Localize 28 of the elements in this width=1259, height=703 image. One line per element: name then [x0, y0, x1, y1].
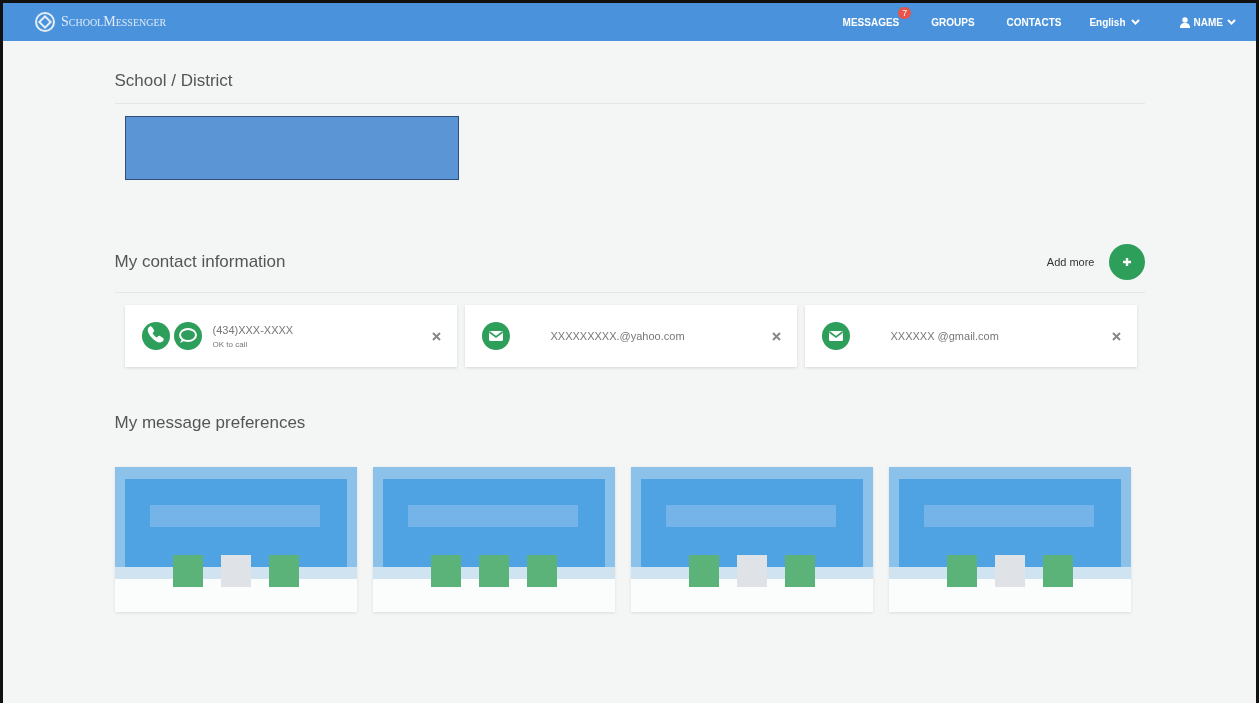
logo-icon [35, 12, 55, 32]
user-menu[interactable]: NAME [1193, 16, 1223, 28]
remove-button[interactable] [431, 331, 441, 341]
nav-link[interactable]: MESSAGES [842, 16, 900, 28]
contact-value: XXXXXXXXX.@yahoo.com [550, 330, 686, 342]
section-title: My message preferences [114, 413, 306, 433]
contact-value: (434)XXX-XXXX [212, 323, 295, 336]
remove-button[interactable] [771, 331, 781, 341]
section-title: School / District [114, 71, 233, 91]
chevron-down-icon[interactable] [1227, 19, 1236, 25]
add-button[interactable] [1108, 244, 1145, 280]
brand-name[interactable]: SchoolMessenger [61, 14, 167, 30]
chat-icon [172, 321, 203, 351]
notification-badge: 7 [898, 6, 912, 19]
section-title: My contact information [114, 252, 286, 272]
remove-button[interactable] [1111, 331, 1121, 341]
mail-icon [480, 321, 511, 351]
nav-link[interactable]: CONTACTS [1006, 16, 1062, 28]
language-dropdown[interactable]: English [1089, 16, 1126, 28]
plus-icon[interactable] [1121, 257, 1132, 267]
phone-icon [140, 321, 171, 351]
user-icon [1179, 16, 1190, 28]
mail-icon [820, 321, 851, 351]
add-more-label: Add more [1046, 256, 1095, 268]
contact-value: XXXXXX @gmail.com [890, 330, 1000, 342]
chevron-down-icon[interactable] [1130, 19, 1140, 25]
contact-note: OK to call [212, 339, 249, 349]
nav-link[interactable]: GROUPS [931, 16, 975, 28]
